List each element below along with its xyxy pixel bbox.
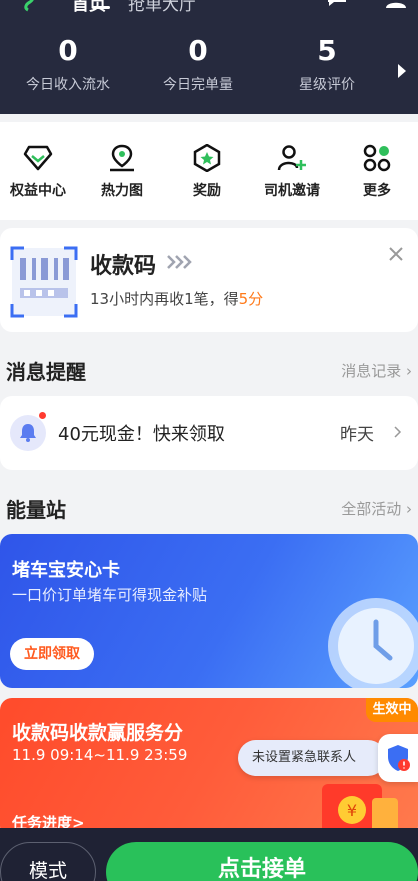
banner2-time: 11.9 09:14~11.9 23:59 bbox=[12, 746, 188, 764]
clock-icon bbox=[328, 598, 418, 688]
paycode-desc: 13小时内再收1笔，得5分 bbox=[90, 288, 263, 309]
shortcut-more-label: 更多 bbox=[363, 183, 391, 199]
shield-icon bbox=[388, 745, 410, 771]
unread-dot bbox=[38, 411, 47, 420]
paycode-desc-text: 13小时内再收1笔，得 bbox=[90, 290, 239, 308]
top-tab-bar: 首页 抢单大厅 bbox=[0, 0, 418, 15]
add-user-icon bbox=[277, 145, 306, 171]
accept-order-button[interactable]: 点击接单 bbox=[106, 842, 418, 881]
shortcut-more[interactable]: 更多 bbox=[337, 144, 417, 200]
diamond-icon bbox=[23, 145, 53, 171]
stat-orders-value: 0 bbox=[188, 34, 208, 67]
all-activities-link[interactable]: 全部活动 › bbox=[341, 498, 412, 519]
stat-rating[interactable]: 5 星级评价 bbox=[267, 34, 387, 94]
message-item[interactable]: 40元现金！快来领取 昨天 bbox=[0, 396, 418, 470]
stat-income-label: 今日收入流水 bbox=[26, 77, 110, 93]
banner1-subtitle: 一口价订单堵车可得现金补贴 bbox=[12, 586, 208, 604]
user-icon[interactable] bbox=[384, 0, 408, 8]
grid-dots-icon bbox=[363, 144, 391, 172]
shortcut-heatmap[interactable]: 热力图 bbox=[82, 144, 162, 200]
shortcut-heatmap-label: 热力图 bbox=[101, 183, 143, 199]
stat-rating-value: 5 bbox=[317, 34, 337, 67]
shortcut-invite[interactable]: 司机邀请 bbox=[252, 144, 332, 200]
stat-orders-label: 今日完单量 bbox=[163, 77, 233, 93]
claim-now-button[interactable]: 立即领取 bbox=[10, 638, 94, 670]
message-time: 昨天 bbox=[340, 425, 374, 445]
header: 首页 抢单大厅 0 今日收入流水 0 今日完单量 5 星级评价 bbox=[0, 0, 418, 114]
all-activities-label: 全部活动 bbox=[341, 500, 402, 518]
traffic-card-banner[interactable]: 堵车宝安心卡 一口价订单堵车可得现金补贴 立即领取 bbox=[0, 534, 418, 688]
banner1-title: 堵车宝安心卡 bbox=[12, 560, 120, 581]
shortcut-benefits[interactable]: 权益中心 bbox=[0, 144, 78, 200]
svg-text:¥: ¥ bbox=[347, 801, 357, 820]
shortcut-benefits-label: 权益中心 bbox=[10, 183, 66, 199]
shortcut-invite-label: 司机邀请 bbox=[264, 183, 320, 199]
emergency-contact-tooltip[interactable]: 未设置紧急联系人 bbox=[238, 740, 386, 776]
chevron-right-icon[interactable] bbox=[397, 64, 407, 78]
mode-button[interactable]: 模式 bbox=[0, 842, 96, 881]
messages-title: 消息提醒 bbox=[6, 360, 86, 384]
stat-income-value: 0 bbox=[58, 34, 78, 67]
paycode-title: 收款码 bbox=[90, 254, 157, 279]
stat-rating-label: 星级评价 bbox=[299, 77, 355, 93]
shortcut-rewards[interactable]: 奖励 bbox=[167, 144, 247, 200]
message-icon[interactable] bbox=[326, 0, 348, 8]
banner2-title: 收款码收款赢服务分 bbox=[12, 722, 184, 744]
messages-history-link[interactable]: 消息记录 › bbox=[341, 360, 412, 381]
logo-icon bbox=[24, 0, 34, 12]
shortcut-rewards-label: 奖励 bbox=[193, 183, 221, 199]
star-badge-icon bbox=[193, 144, 221, 172]
paycode-points: 5分 bbox=[238, 290, 264, 308]
map-pin-icon bbox=[110, 144, 134, 172]
active-badge: 生效中 bbox=[366, 698, 418, 722]
message-text: 40元现金！快来领取 bbox=[58, 424, 225, 445]
barcode-icon bbox=[10, 246, 78, 318]
stat-income[interactable]: 0 今日收入流水 bbox=[8, 34, 128, 94]
safety-button[interactable] bbox=[378, 734, 418, 782]
shortcut-bar: 权益中心 热力图 奖励 司机邀请 更多 bbox=[0, 122, 418, 220]
bell-icon bbox=[20, 424, 36, 442]
chevron-right-icon bbox=[394, 426, 402, 438]
close-icon[interactable] bbox=[386, 244, 406, 264]
paycode-card[interactable]: 收款码 13小时内再收1笔，得5分 bbox=[0, 228, 418, 332]
tab-order-hall[interactable]: 抢单大厅 bbox=[128, 0, 196, 15]
bottom-action-bar: 模式 点击接单 bbox=[0, 828, 418, 881]
stat-orders[interactable]: 0 今日完单量 bbox=[138, 34, 258, 94]
messages-history-label: 消息记录 bbox=[341, 362, 402, 380]
energy-title: 能量站 bbox=[6, 498, 66, 522]
triple-chevron-icon bbox=[167, 255, 192, 269]
tab-underline bbox=[92, 6, 110, 9]
